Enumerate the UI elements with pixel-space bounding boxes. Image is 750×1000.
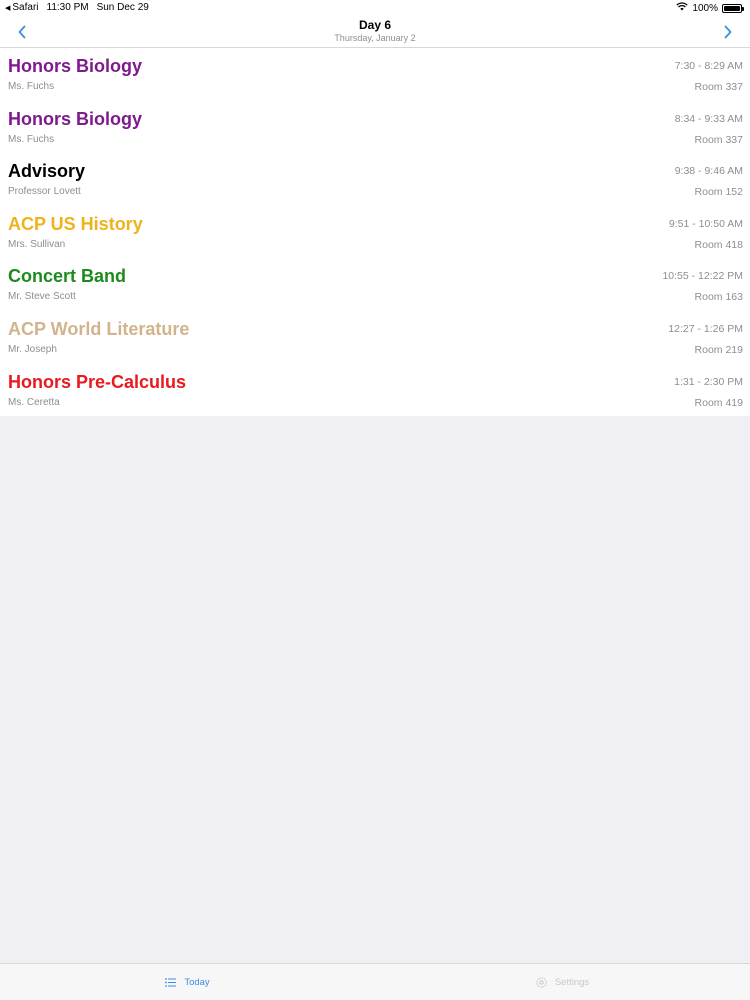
class-time: 10:55 - 12:22 PM <box>662 270 743 283</box>
class-name: Honors Biology <box>8 108 142 129</box>
back-app-label: Safari <box>12 2 39 13</box>
gear-icon <box>536 977 547 988</box>
list-icon <box>165 978 177 987</box>
list-item[interactable]: Concert Band 10:55 - 12:22 PM Mr. Steve … <box>0 258 750 311</box>
class-name: Honors Pre-Calculus <box>8 371 187 392</box>
class-time: 7:30 - 8:29 AM <box>674 60 743 72</box>
class-time: 9:38 - 9:46 AM <box>674 165 743 178</box>
tab-bar: Today Settings <box>0 963 750 1000</box>
room-number: Room 337 <box>694 133 743 146</box>
teacher-name: Ms. Fuchs <box>8 81 55 92</box>
class-time: 12:27 - 1:26 PM <box>668 322 743 335</box>
class-name: Advisory <box>8 161 86 182</box>
battery-percent: 100% <box>692 2 718 14</box>
tab-today-label: Today <box>184 977 210 988</box>
room-number: Room 418 <box>694 238 743 251</box>
room-number: Room 219 <box>694 343 743 356</box>
schedule-list: Honors Biology 7:30 - 8:29 AM Ms. Fuchs … <box>0 48 750 417</box>
list-item[interactable]: Honors Biology 8:34 - 9:33 AM Ms. Fuchs … <box>0 101 750 154</box>
class-name: ACP US History <box>8 213 143 234</box>
teacher-name: Ms. Fuchs <box>8 133 55 145</box>
room-number: Room 337 <box>694 81 743 93</box>
room-number: Room 163 <box>694 291 743 304</box>
list-item[interactable]: ACP World Literature 12:27 - 1:26 PM Mr.… <box>0 311 750 364</box>
chevron-right-icon <box>724 25 732 39</box>
tab-settings[interactable]: Settings <box>375 964 750 1000</box>
tab-today[interactable]: Today <box>0 964 375 1000</box>
list-item[interactable]: Advisory 9:38 - 9:46 AM Professor Lovett… <box>0 153 750 206</box>
class-time: 1:31 - 2:30 PM <box>674 375 743 388</box>
teacher-name: Ms. Ceretta <box>8 396 60 408</box>
teacher-name: Professor Lovett <box>8 186 81 198</box>
class-time: 8:34 - 9:33 AM <box>674 112 743 125</box>
room-number: Room 419 <box>694 396 743 409</box>
status-date: Sun Dec 29 <box>96 2 149 13</box>
battery-fill <box>724 5 740 11</box>
list-item[interactable]: Honors Biology 7:30 - 8:29 AM Ms. Fuchs … <box>0 48 750 101</box>
page-title: Day 6 <box>358 18 392 32</box>
class-name: Concert Band <box>8 266 127 287</box>
battery-icon <box>722 3 744 13</box>
wifi-icon <box>676 2 689 14</box>
teacher-name: Mrs. Sullivan <box>8 238 66 250</box>
back-triangle-icon: ◀ <box>5 4 11 12</box>
app-screen: ◀ Safari 11:30 PM Sun Dec 29 100% Day 6 … <box>0 0 750 1000</box>
teacher-name: Mr. Steve Scott <box>8 291 76 303</box>
status-bar: ◀ Safari 11:30 PM Sun Dec 29 100% <box>0 0 750 16</box>
status-time: 11:30 PM <box>46 2 89 13</box>
next-day-button[interactable] <box>716 20 740 44</box>
class-name: ACP World Literature <box>8 318 190 339</box>
tab-settings-label: Settings <box>554 977 590 988</box>
status-right: 100% <box>676 2 744 14</box>
list-item[interactable]: ACP US History 9:51 - 10:50 AM Mrs. Sull… <box>0 206 750 259</box>
list-item[interactable]: Honors Pre-Calculus 1:31 - 2:30 PM Ms. C… <box>0 364 750 417</box>
page-subtitle: Thursday, January 2 <box>334 33 416 43</box>
class-time: 9:51 - 10:50 AM <box>668 217 743 230</box>
teacher-name: Mr. Joseph <box>8 343 57 355</box>
room-number: Room 152 <box>694 186 743 199</box>
nav-bar: Day 6 Thursday, January 2 <box>0 16 750 48</box>
status-left: ◀ Safari 11:30 PM Sun Dec 29 <box>5 2 149 13</box>
class-name: Honors Biology <box>8 56 142 76</box>
back-to-app-link[interactable]: ◀ Safari <box>5 2 39 13</box>
